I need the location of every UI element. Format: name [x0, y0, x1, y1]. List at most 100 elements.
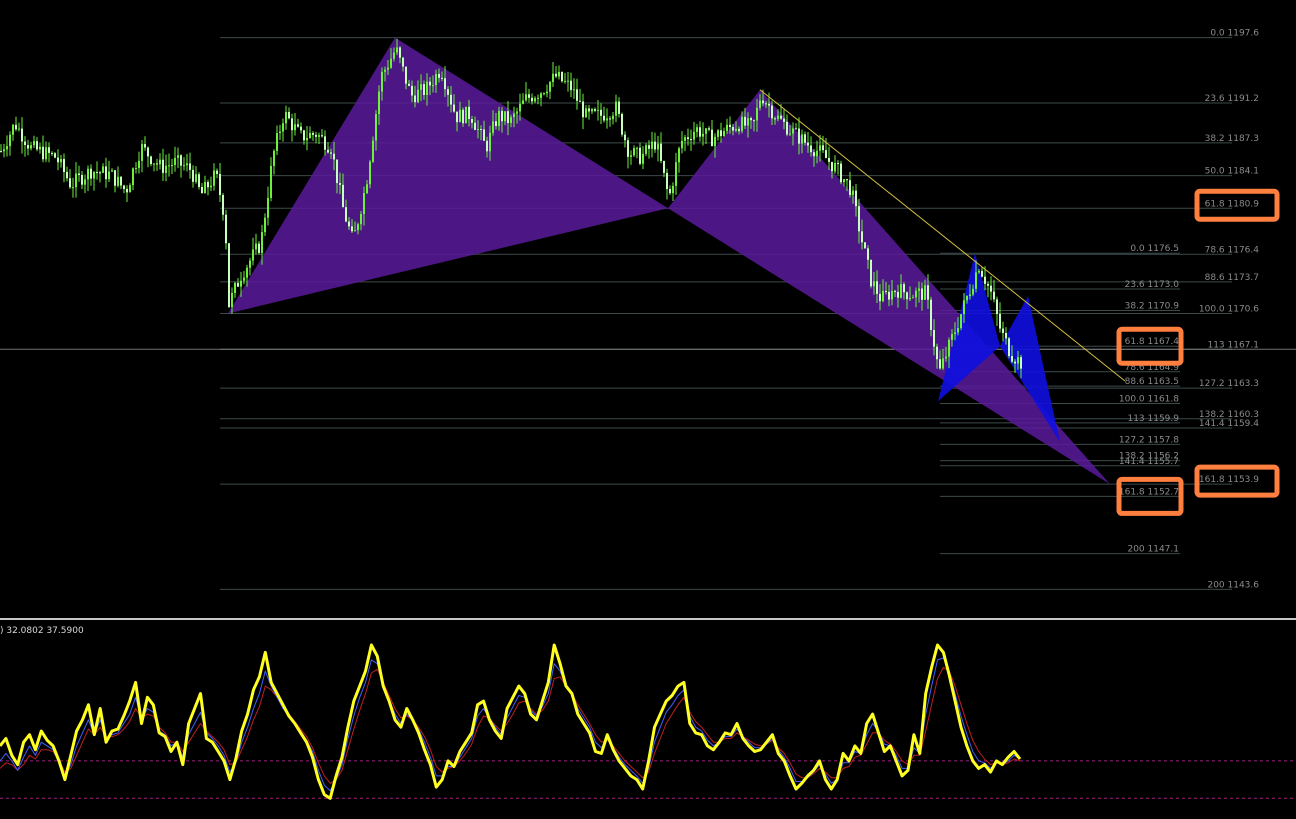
candle-body — [675, 162, 677, 186]
candle-body — [669, 188, 671, 194]
candle-body — [399, 47, 401, 58]
candle-body — [600, 109, 602, 116]
candle-body — [354, 230, 356, 232]
chart-background — [0, 0, 1296, 819]
candle-body — [882, 290, 884, 302]
candle-body — [57, 157, 59, 163]
candle-body — [765, 103, 767, 105]
candle-body — [954, 332, 956, 335]
candle-body — [849, 180, 851, 195]
candle-body — [24, 141, 26, 145]
candle-body — [243, 277, 245, 281]
candle-body — [396, 47, 398, 53]
candle-body — [327, 149, 329, 153]
candle-body — [894, 290, 896, 292]
candle-body — [891, 290, 893, 300]
fib-main-label-3: 50.0 1184.1 — [1205, 167, 1259, 177]
candle-body — [720, 130, 722, 137]
candle-body — [51, 152, 53, 154]
candle-body — [408, 83, 410, 86]
candle-body — [1014, 361, 1016, 364]
candle-body — [111, 170, 113, 172]
candle-body — [87, 168, 89, 180]
candle-body — [36, 141, 38, 150]
candle-body — [501, 110, 503, 122]
candle-body — [744, 116, 746, 126]
fib-main-label-13: 200 1143.6 — [1207, 580, 1259, 590]
candle-body — [156, 163, 158, 165]
candle-body — [228, 243, 230, 308]
candle-body — [963, 300, 965, 315]
candle-body — [420, 84, 422, 90]
candle-body — [390, 58, 392, 68]
candle-body — [732, 126, 734, 131]
candle-body — [1020, 357, 1022, 369]
candle-body — [834, 162, 836, 172]
candle-body — [783, 118, 785, 122]
candle-body — [642, 153, 644, 164]
candle-body — [567, 80, 569, 82]
candle-body — [372, 140, 374, 162]
candle-body — [108, 171, 110, 180]
fib-main-label-4: 61.8 1180.9 — [1205, 199, 1260, 209]
candle-body — [540, 93, 542, 98]
candle-body — [255, 243, 257, 250]
candle-body — [183, 165, 185, 167]
candle-body — [303, 130, 305, 141]
candle-body — [213, 170, 215, 186]
candle-body — [84, 179, 86, 185]
candle-body — [246, 267, 248, 278]
price-chart[interactable]: 0.0 1197.6 23.6 1191.2 38.2 1187.3 50.0 118… — [0, 0, 1296, 819]
candle-body — [690, 139, 692, 141]
candle-body — [6, 146, 8, 150]
fib-main-label-9: 127.2 1163.3 — [1199, 379, 1259, 389]
candle-body — [264, 217, 266, 233]
candle-body — [366, 184, 368, 194]
candle-body — [831, 161, 833, 172]
candle-body — [201, 186, 203, 194]
candle-body — [630, 155, 632, 157]
candle-body — [468, 106, 470, 120]
candle-body — [489, 132, 491, 152]
candle-body — [219, 173, 221, 195]
candle-body — [549, 82, 551, 92]
candle-body — [741, 116, 743, 132]
candle-body — [798, 128, 800, 144]
candle-body — [378, 91, 380, 114]
candle-body — [81, 175, 83, 185]
candle-body — [297, 124, 299, 127]
candle-body — [423, 84, 425, 95]
candle-body — [666, 172, 668, 189]
candle-body — [282, 123, 284, 132]
candle-body — [414, 95, 416, 103]
candle-body — [456, 111, 458, 123]
candle-body — [162, 159, 164, 173]
candle-body — [225, 214, 227, 244]
candle-body — [714, 136, 716, 147]
candle-body — [618, 101, 620, 114]
candle-body — [363, 193, 365, 215]
candle-body — [66, 171, 68, 179]
candle-body — [672, 185, 674, 194]
candle-body — [966, 296, 968, 301]
candle-body — [411, 85, 413, 96]
candle-body — [315, 134, 317, 137]
candle-body — [435, 73, 437, 86]
candle-body — [18, 128, 20, 130]
candle-body — [474, 122, 476, 130]
candle-body — [594, 109, 596, 111]
candle-body — [573, 89, 575, 91]
candle-body — [951, 334, 953, 340]
candle-body — [381, 71, 383, 92]
candle-body — [135, 168, 137, 170]
candle-body — [33, 141, 35, 146]
candle-body — [570, 80, 572, 91]
candle-body — [180, 155, 182, 166]
candle-body — [498, 110, 500, 127]
candle-body — [234, 282, 236, 293]
candle-body — [870, 259, 872, 287]
candle-body — [237, 282, 239, 287]
candle-body — [288, 112, 290, 119]
candle-body — [864, 242, 866, 249]
candle-body — [432, 85, 434, 87]
